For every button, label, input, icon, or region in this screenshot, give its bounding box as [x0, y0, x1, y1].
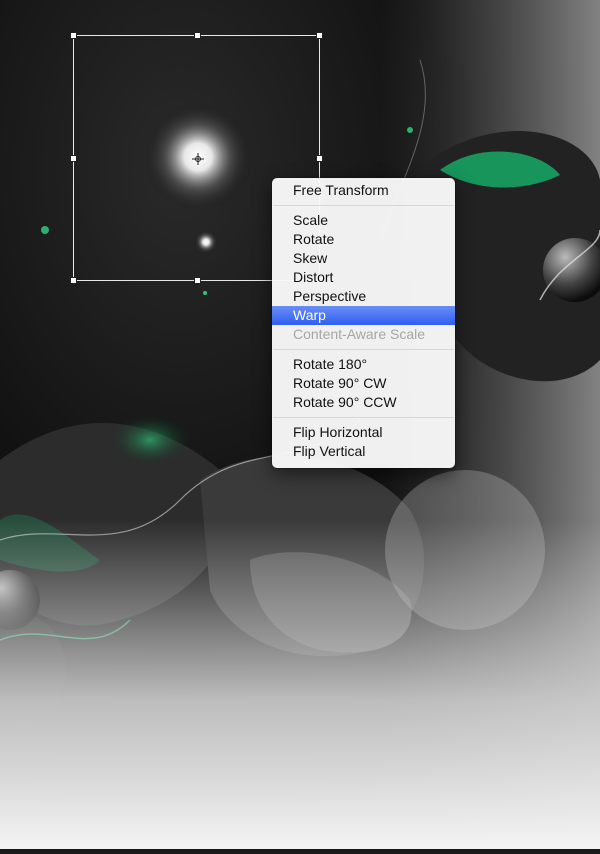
menu-item-rotate-180[interactable]: Rotate 180°	[272, 355, 455, 374]
menu-item-distort[interactable]: Distort	[272, 268, 455, 287]
menu-separator	[273, 205, 454, 206]
transform-handle-top-center[interactable]	[194, 32, 201, 39]
transform-handle-middle-left[interactable]	[70, 155, 77, 162]
menu-item-rotate-90-cw[interactable]: Rotate 90° CW	[272, 374, 455, 393]
transform-handle-top-right[interactable]	[316, 32, 323, 39]
reference-point-icon[interactable]	[192, 152, 204, 165]
menu-item-scale[interactable]: Scale	[272, 211, 455, 230]
transform-handle-bottom-center[interactable]	[194, 277, 201, 284]
menu-item-flip-horizontal[interactable]: Flip Horizontal	[272, 423, 455, 442]
transform-handle-top-left[interactable]	[70, 32, 77, 39]
menu-item-flip-vertical[interactable]: Flip Vertical	[272, 442, 455, 461]
transform-handle-middle-right[interactable]	[316, 155, 323, 162]
menu-item-free-transform[interactable]: Free Transform	[272, 181, 455, 200]
menu-separator	[273, 417, 454, 418]
transform-handle-bottom-left[interactable]	[70, 277, 77, 284]
menu-item-perspective[interactable]: Perspective	[272, 287, 455, 306]
transform-context-menu: Free Transform Scale Rotate Skew Distort…	[272, 178, 455, 468]
menu-item-content-aware-scale: Content-Aware Scale	[293, 326, 426, 342]
menu-item-rotate-90-ccw[interactable]: Rotate 90° CCW	[272, 393, 455, 412]
menu-separator	[273, 349, 454, 350]
menu-item-warp[interactable]: Warp	[272, 306, 455, 325]
menu-item-skew[interactable]: Skew	[272, 249, 455, 268]
menu-item-rotate[interactable]: Rotate	[272, 230, 455, 249]
